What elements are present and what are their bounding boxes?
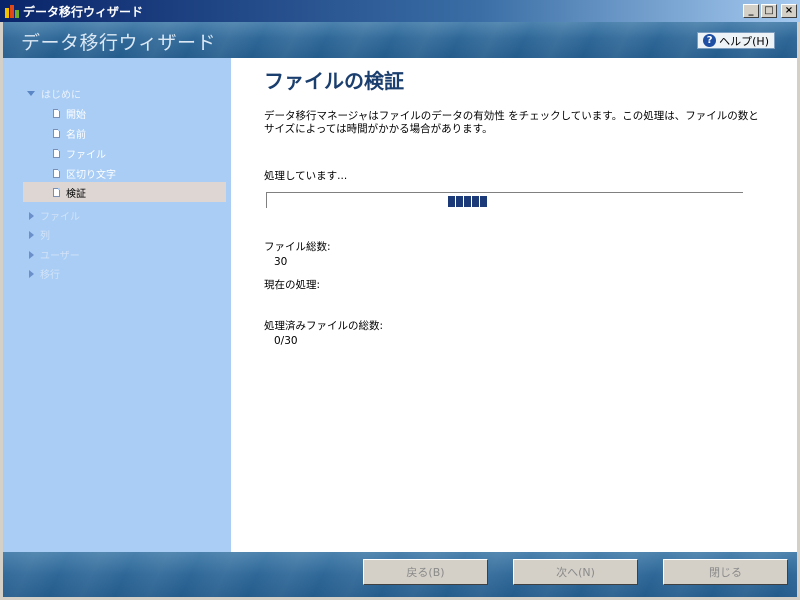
wizard-header: データ移行ウィザード ? ヘルプ(H) — [3, 22, 797, 58]
sidebar-group-label: 移行 — [40, 270, 60, 281]
sidebar-item-label: ファイル — [66, 150, 106, 161]
description-text: データ移行マネージャはファイルのデータの有効性 をチェックしています。この処理は… — [264, 110, 759, 135]
main-panel: ファイルの検証 データ移行マネージャはファイルのデータの有効性 をチェックしてい… — [231, 58, 797, 552]
page-title: ファイルの検証 — [264, 69, 404, 93]
close-window-button[interactable]: × — [781, 4, 797, 18]
progress-block — [480, 196, 487, 207]
page-icon — [53, 109, 60, 118]
sidebar-item-label: 名前 — [66, 130, 86, 141]
sidebar: はじめに 開始 名前 ファイル 区切り文字 検証 ファイル 列 ユーザー 移行 — [3, 58, 231, 552]
page-icon — [53, 149, 60, 158]
progress-block — [464, 196, 471, 207]
chevron-down-icon — [27, 91, 35, 96]
progress-block — [472, 196, 479, 207]
progress-block — [456, 196, 463, 207]
chevron-right-icon — [29, 211, 34, 220]
page-icon — [53, 187, 60, 197]
close-button[interactable]: 閉じる — [663, 559, 788, 585]
sidebar-group-getting-started[interactable]: はじめに — [27, 86, 81, 101]
sidebar-group-file[interactable]: ファイル — [29, 208, 80, 223]
progress-block — [448, 196, 455, 207]
title-bar: データ移行ウィザード _ □ × — [0, 0, 800, 22]
app-icon — [4, 3, 20, 19]
help-label: ヘルプ(H) — [719, 34, 769, 48]
sidebar-group-users[interactable]: ユーザー — [29, 247, 80, 262]
help-button[interactable]: ? ヘルプ(H) — [697, 32, 775, 49]
sidebar-item-file[interactable]: ファイル — [53, 146, 106, 161]
maximize-button[interactable]: □ — [761, 4, 777, 18]
sidebar-group-label: 列 — [40, 231, 50, 242]
sidebar-item-label: 検証 — [66, 188, 86, 200]
help-icon: ? — [703, 34, 717, 47]
window-title: データ移行ウィザード — [23, 4, 144, 19]
chevron-right-icon — [29, 269, 34, 278]
total-files-value: 30 — [274, 256, 288, 268]
page-icon — [53, 169, 60, 178]
sidebar-item-label: 区切り文字 — [66, 170, 116, 181]
sidebar-item-label: 開始 — [66, 110, 86, 121]
back-button[interactable]: 戻る(B) — [363, 559, 488, 585]
sidebar-item-name[interactable]: 名前 — [53, 126, 86, 141]
progress-bar — [266, 192, 743, 208]
chevron-right-icon — [29, 250, 34, 259]
page-icon — [53, 129, 60, 138]
sidebar-item-verify[interactable]: 検証 — [23, 182, 226, 202]
current-process-label: 現在の処理: — [264, 279, 321, 291]
chevron-right-icon — [29, 230, 34, 239]
sidebar-item-start[interactable]: 開始 — [53, 106, 86, 121]
wizard-title: データ移行ウィザード — [21, 32, 217, 54]
sidebar-group-migrate[interactable]: 移行 — [29, 266, 60, 281]
sidebar-item-delimiter[interactable]: 区切り文字 — [53, 166, 116, 181]
processed-total-label: 処理済みファイルの総数: — [264, 320, 384, 332]
processing-label: 処理しています... — [264, 170, 348, 182]
next-button[interactable]: 次へ(N) — [513, 559, 638, 585]
sidebar-group-label: ユーザー — [40, 251, 80, 262]
minimize-button[interactable]: _ — [743, 4, 759, 18]
wizard-footer: 戻る(B) 次へ(N) 閉じる — [3, 552, 797, 597]
sidebar-group-columns[interactable]: 列 — [29, 227, 50, 242]
processed-total-value: 0/30 — [274, 335, 298, 347]
sidebar-group-label: ファイル — [40, 212, 80, 223]
sidebar-group-label: はじめに — [41, 90, 81, 101]
total-files-label: ファイル総数: — [264, 241, 331, 253]
